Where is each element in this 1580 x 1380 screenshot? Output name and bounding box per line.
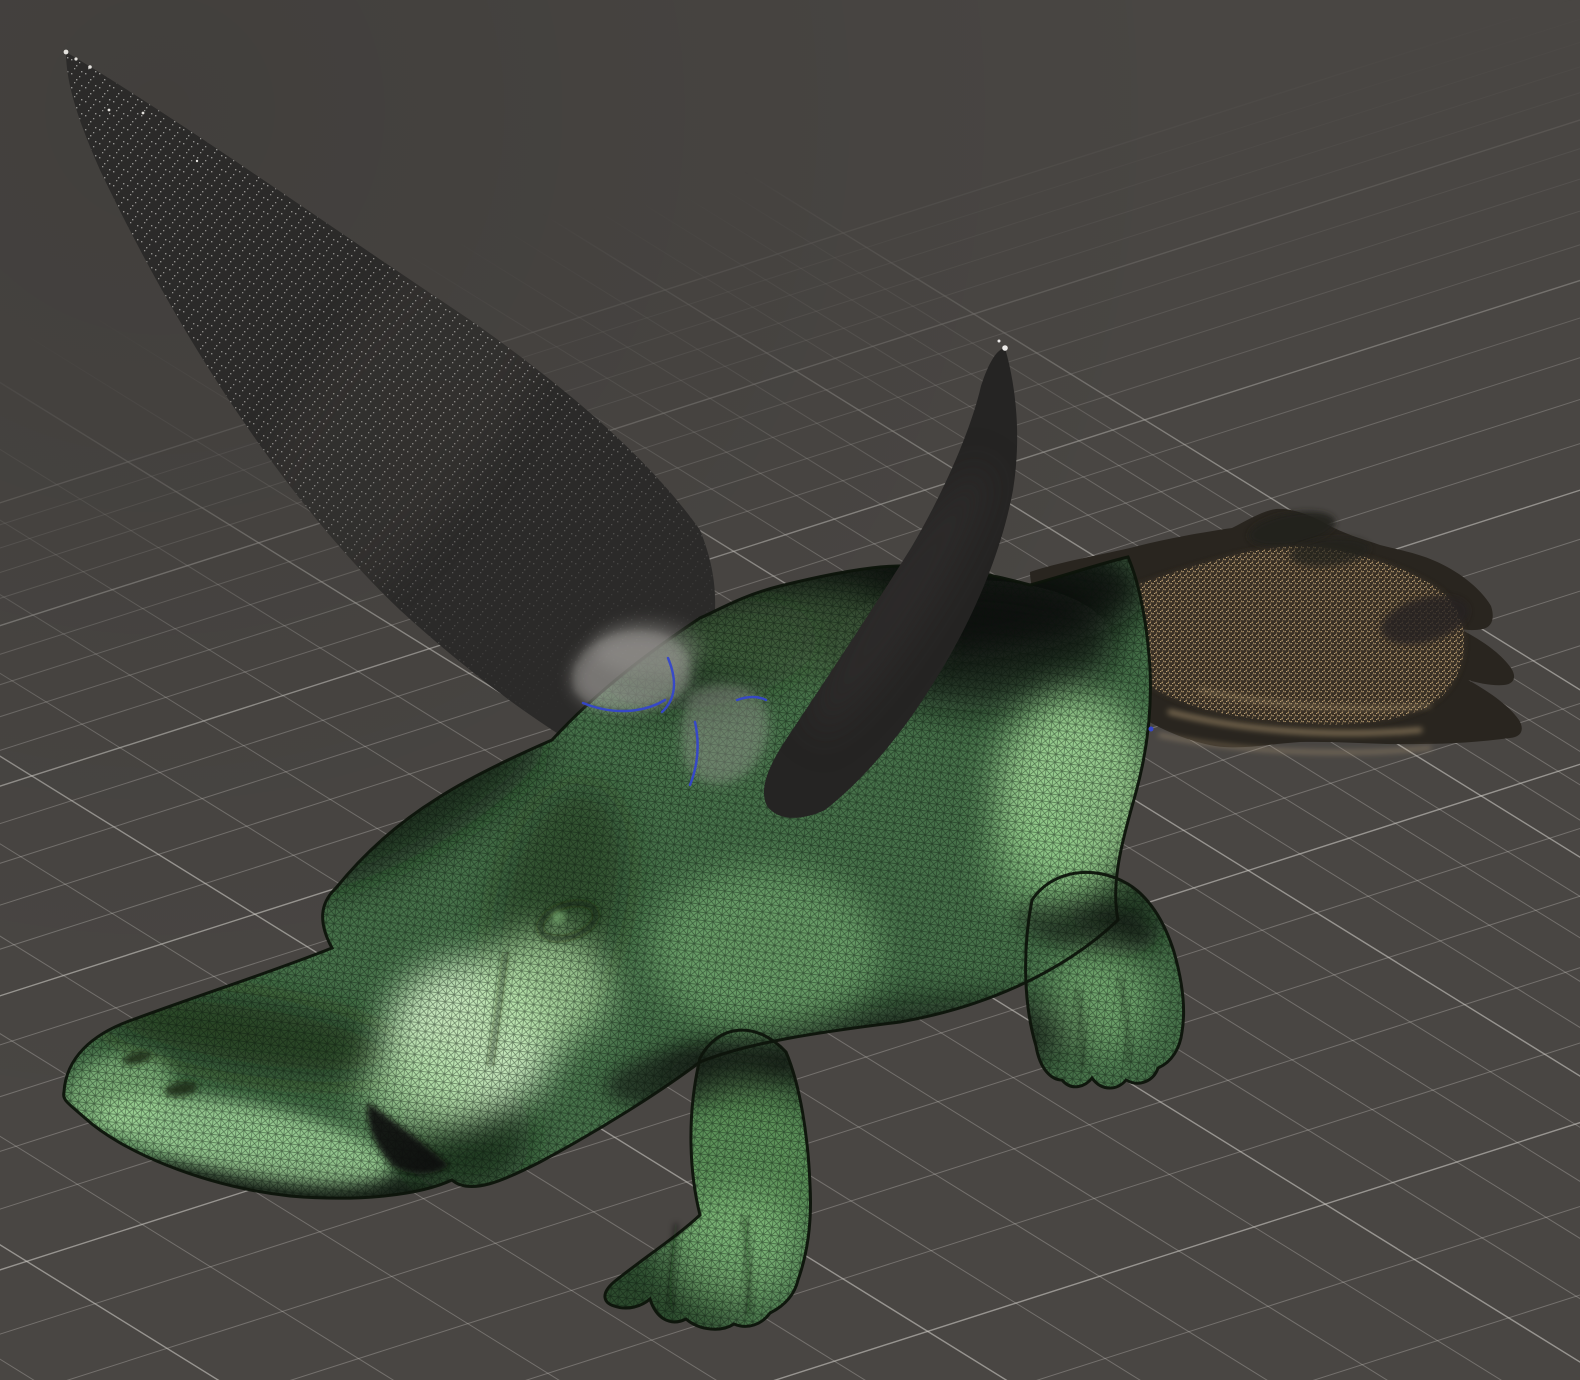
seam-dot <box>1148 726 1154 732</box>
scene-svg[interactable] <box>0 0 1580 1380</box>
neck-patch-haze <box>593 620 703 676</box>
viewport-3d[interactable] <box>0 0 1580 1380</box>
eye-highlight <box>551 910 565 924</box>
